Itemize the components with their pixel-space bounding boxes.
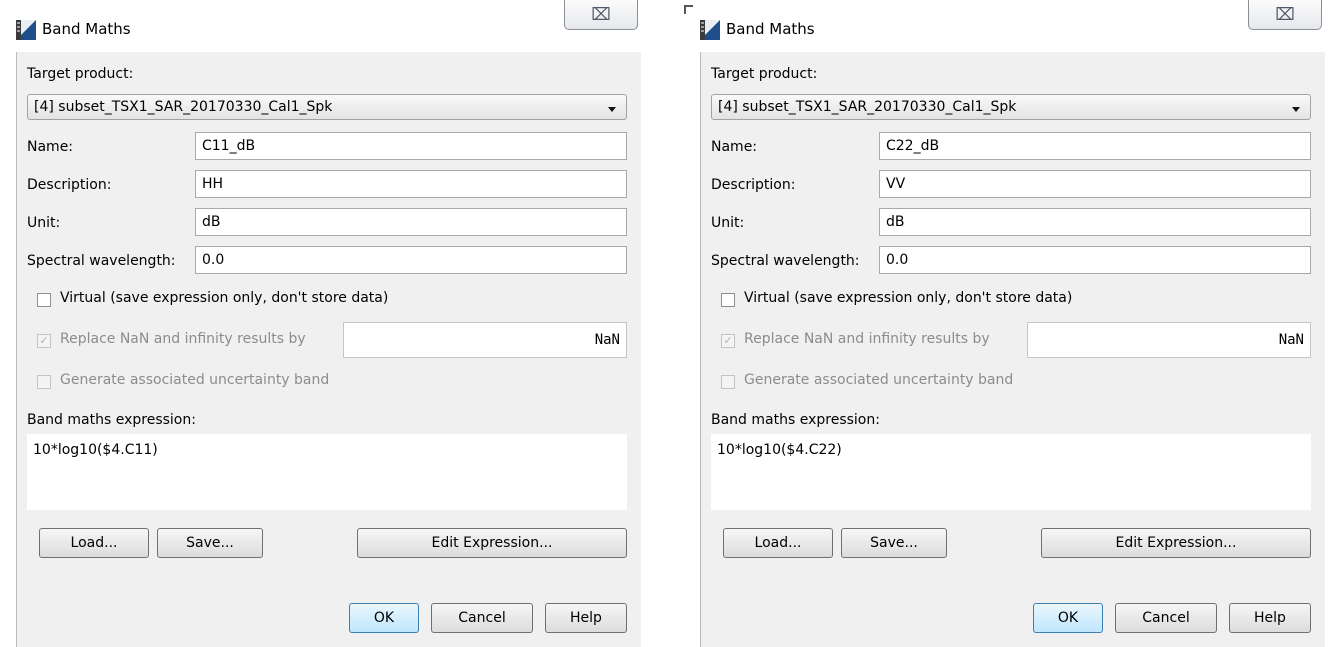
close-button[interactable]: ⌧ [564, 0, 638, 30]
replace-nan-value-field[interactable]: NaN [343, 322, 627, 358]
edit-expression-button-label: Edit Expression... [1115, 535, 1237, 551]
name-field[interactable]: C22_dB [879, 132, 1311, 160]
save-button-label: Save... [870, 535, 918, 551]
dialog-title-bar[interactable]: Band Maths ⌧ [0, 0, 640, 52]
edit-expression-button-label: Edit Expression... [431, 535, 553, 551]
expression-textarea[interactable]: 10*log10($4.C22) [711, 434, 1311, 510]
description-value: VV [886, 176, 906, 192]
target-product-dropdown[interactable]: [4] subset_TSX1_SAR_20170330_Cal1_Spk [27, 94, 627, 120]
edit-expression-button[interactable]: Edit Expression... [357, 528, 627, 558]
dialog-title: Band Maths [42, 20, 131, 38]
unit-value: dB [202, 214, 221, 230]
save-button-label: Save... [186, 535, 234, 551]
dialog-content: Target product: [4] subset_TSX1_SAR_2017… [700, 52, 1325, 647]
ok-button-label: OK [1057, 610, 1079, 626]
help-button[interactable]: Help [545, 603, 627, 633]
unit-field[interactable]: dB [879, 208, 1311, 236]
save-button[interactable]: Save... [841, 528, 947, 558]
checkmark-icon: ✓ [39, 334, 49, 347]
uncertainty-checkbox[interactable] [721, 375, 735, 389]
cancel-button-label: Cancel [458, 610, 506, 626]
load-button[interactable]: Load... [39, 528, 149, 558]
uncertainty-checkbox[interactable] [37, 375, 51, 389]
spectral-wavelength-field[interactable]: 0.0 [195, 246, 627, 274]
unit-label: Unit: [27, 215, 61, 231]
virtual-checkbox-label: Virtual (save expression only, don't sto… [744, 290, 1073, 306]
name-field[interactable]: C11_dB [195, 132, 627, 160]
name-value: C11_dB [202, 138, 256, 154]
load-button[interactable]: Load... [723, 528, 833, 558]
close-icon: ⌧ [1275, 4, 1295, 25]
checkmark-icon: ✓ [723, 334, 733, 347]
virtual-checkbox-label: Virtual (save expression only, don't sto… [60, 290, 389, 306]
save-button[interactable]: Save... [157, 528, 263, 558]
ok-button-label: OK [373, 610, 395, 626]
load-button-label: Load... [70, 535, 118, 551]
unit-value: dB [886, 214, 905, 230]
help-button-label: Help [1254, 610, 1286, 626]
virtual-checkbox[interactable] [37, 293, 51, 307]
dialog-title: Band Maths [726, 20, 815, 38]
uncertainty-label: Generate associated uncertainty band [60, 372, 330, 388]
unit-field[interactable]: dB [195, 208, 627, 236]
target-product-dropdown[interactable]: [4] subset_TSX1_SAR_20170330_Cal1_Spk [711, 94, 1311, 120]
target-product-label: Target product: [27, 66, 134, 82]
uncertainty-label: Generate associated uncertainty band [744, 372, 1014, 388]
expression-label: Band maths expression: [27, 412, 196, 428]
description-field[interactable]: VV [879, 170, 1311, 198]
close-button[interactable]: ⌧ [1248, 0, 1322, 30]
description-value: HH [202, 176, 224, 192]
edit-expression-button[interactable]: Edit Expression... [1041, 528, 1311, 558]
band-maths-dialog-c11: Band Maths ⌧ Target product: [4] subset_… [0, 0, 641, 647]
cancel-button[interactable]: Cancel [1115, 603, 1217, 633]
target-product-label: Target product: [711, 66, 818, 82]
name-value: C22_dB [886, 138, 940, 154]
unit-label: Unit: [711, 215, 745, 231]
expression-textarea[interactable]: 10*log10($4.C11) [27, 434, 627, 510]
replace-nan-label: Replace NaN and infinity results by [60, 331, 306, 347]
spectral-wavelength-value: 0.0 [886, 252, 909, 268]
replace-nan-value: NaN [594, 332, 620, 348]
snap-app-icon [16, 20, 36, 40]
dropdown-arrow-icon [1292, 107, 1300, 112]
replace-nan-value-field[interactable]: NaN [1027, 322, 1311, 358]
help-button-label: Help [570, 610, 602, 626]
replace-nan-checkbox[interactable]: ✓ [721, 334, 735, 348]
target-product-value: [4] subset_TSX1_SAR_20170330_Cal1_Spk [718, 99, 1017, 115]
name-label: Name: [27, 139, 74, 155]
expression-label: Band maths expression: [711, 412, 880, 428]
dialog-title-bar[interactable]: Band Maths ⌧ [684, 0, 1324, 52]
snap-app-icon [700, 20, 720, 40]
name-label: Name: [711, 139, 758, 155]
spectral-wavelength-value: 0.0 [202, 252, 225, 268]
replace-nan-value: NaN [1278, 332, 1304, 348]
replace-nan-checkbox[interactable]: ✓ [37, 334, 51, 348]
close-icon: ⌧ [591, 4, 611, 25]
virtual-checkbox[interactable] [721, 293, 735, 307]
cancel-button-label: Cancel [1142, 610, 1190, 626]
expression-value: 10*log10($4.C11) [33, 442, 158, 458]
spectral-wavelength-field[interactable]: 0.0 [879, 246, 1311, 274]
expression-value: 10*log10($4.C22) [717, 442, 842, 458]
spectral-wavelength-label: Spectral wavelength: [711, 253, 860, 269]
spectral-wavelength-label: Spectral wavelength: [27, 253, 176, 269]
description-field[interactable]: HH [195, 170, 627, 198]
help-button[interactable]: Help [1229, 603, 1311, 633]
window-corner [684, 5, 693, 14]
dropdown-arrow-icon [608, 107, 616, 112]
ok-button[interactable]: OK [349, 603, 419, 633]
target-product-value: [4] subset_TSX1_SAR_20170330_Cal1_Spk [34, 99, 333, 115]
description-label: Description: [27, 177, 112, 193]
description-label: Description: [711, 177, 796, 193]
cancel-button[interactable]: Cancel [431, 603, 533, 633]
ok-button[interactable]: OK [1033, 603, 1103, 633]
dialog-content: Target product: [4] subset_TSX1_SAR_2017… [16, 52, 641, 647]
load-button-label: Load... [754, 535, 802, 551]
band-maths-dialog-c22: Band Maths ⌧ Target product: [4] subset_… [684, 0, 1325, 647]
replace-nan-label: Replace NaN and infinity results by [744, 331, 990, 347]
